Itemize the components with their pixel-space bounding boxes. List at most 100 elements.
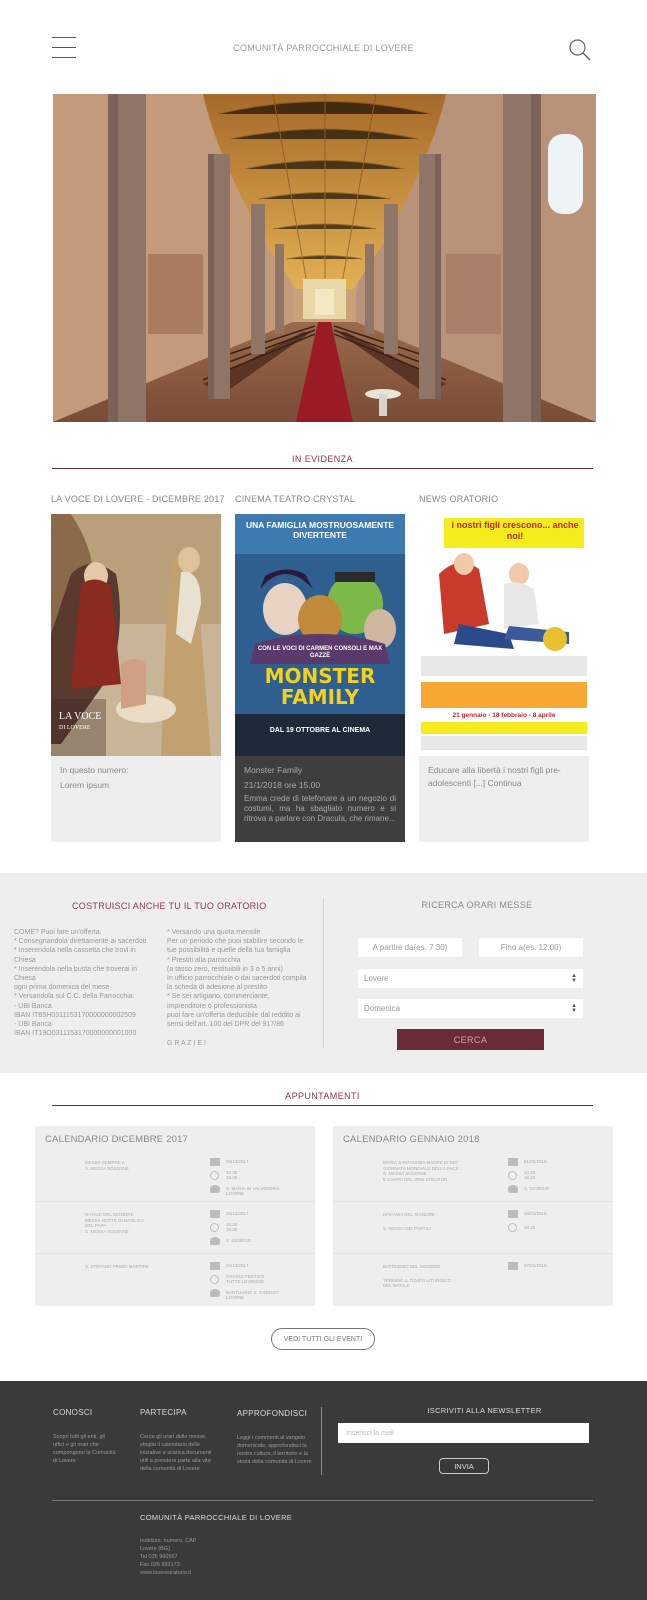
oratorio-line: ogni prima domenica del mese	[14, 984, 110, 992]
event-desc-line: S. MESSA DEI POPOLI	[383, 1225, 431, 1231]
calendar-icon	[508, 1158, 518, 1166]
select-arrows-icon: ▲ ▼	[571, 972, 577, 984]
clock-icon	[210, 1275, 219, 1284]
event-icons	[508, 1210, 518, 1237]
card-cinema-date: 21/1/2018 ore 15.00	[244, 780, 321, 790]
event-row[interactable]: BATTESIMO DEL SIGNORE TERMINE IL TEMPO L…	[333, 1254, 613, 1306]
messe-day-select[interactable]: Domenica ▲ ▼	[358, 999, 583, 1018]
event-place-line: LOVERE	[226, 1295, 245, 1300]
messe-to-input[interactable]: Fino a(es. 12.00)	[479, 938, 583, 957]
location-pin-icon	[210, 1289, 220, 1297]
newsletter-title: ISCRIVITI ALLA NEWSLETTER	[427, 1406, 542, 1415]
news-oratorio-flyer-image[interactable]: i nostri figli crescono... anche noi! 21…	[419, 514, 589, 756]
event-place-line: SANTUARIO S. GIORGIO	[226, 1289, 279, 1295]
event-date: 25/12/2017	[226, 1211, 249, 1216]
card-label-cinema[interactable]: CINEMA TEATRO CRYSTAL	[235, 494, 355, 504]
poster-voices: CON LE VOCI DI CARMEN CONSOLI E MAX GAZZ…	[257, 646, 383, 659]
newsletter-email-input[interactable]: Inserisci la mail	[338, 1423, 589, 1443]
select-arrows-icon: ▲ ▼	[571, 1002, 577, 1014]
card-la-voce-line1: In questo numero:	[60, 765, 129, 775]
location-pin-icon	[210, 1185, 220, 1193]
site-title: COMUNITÀ PARROCCHIALE DI LOVERE	[233, 43, 414, 53]
event-times: 10.30 18.30	[524, 1170, 604, 1181]
poster-release: DAL 19 OTTOBRE AL CINEMA	[269, 727, 371, 734]
event-row[interactable]: NATALE DEL SIGNORE MESSA NOTTE IN BASILI…	[35, 1202, 315, 1254]
oratorio-line: * Inserendola nella cassetta che trovi i…	[14, 947, 136, 964]
oratorio-line: Per un periodo che puoi stabilire second…	[167, 938, 304, 955]
event-desc: MESSA SEMPRE A S. MESSA SOLENNE	[85, 1160, 195, 1171]
event-times: ORARIO FESTIVO TUTTE LE MESSE	[226, 1274, 306, 1285]
event-desc-line: EPIFANIA DEL SIGNORE	[383, 1212, 435, 1217]
event-place-line: LOVERE	[226, 1191, 245, 1196]
website-link[interactable]: www.lovereoratorio.it	[140, 1569, 260, 1577]
event-row[interactable]: S. STEFANO PRIMO MARTIRE 26/12/2017 ORAR…	[35, 1254, 315, 1306]
newsletter-submit-button[interactable]: INVIA	[439, 1458, 489, 1474]
event-row[interactable]: MARIA SANTISSIMA MADRE DI DIO GIORNATA M…	[333, 1150, 613, 1202]
calendar-icon	[210, 1210, 220, 1218]
oratorio-col1: COME? Puoi fare un'offerta: * Consegnand…	[14, 928, 156, 1038]
view-all-events-button[interactable]: VEDI TUTTI GLI EVENTI	[271, 1328, 375, 1350]
event-desc-line: S. MESSA SOLENNE	[85, 1165, 129, 1171]
la-voce-cover-image[interactable]: LA VOCE DI LOVERE	[51, 514, 221, 756]
oratorio-thanks: G R A Z I E !	[167, 1040, 206, 1047]
location-pin-icon	[210, 1237, 220, 1245]
event-times: 10.30 18.30	[226, 1170, 306, 1181]
event-date: 08/12/2017	[226, 1159, 249, 1164]
calendar-icon	[210, 1262, 220, 1270]
address-line: Fax 035 983173	[140, 1562, 180, 1568]
event-desc: BATTESIMO DEL SIGNORE TERMINE IL TEMPO L…	[383, 1264, 493, 1289]
poster-tagline: UNA FAMIGLIA MOSTRUOSAMENTE DIVERTENTE	[245, 520, 395, 540]
event-time: 10.30	[226, 1169, 238, 1175]
oratorio-line: * Se sei artigiano, commerciante, impren…	[167, 993, 270, 1010]
oratorio-line: IBAN IT65H0311153170000000002509	[14, 1011, 136, 1019]
event-icons	[210, 1262, 220, 1302]
event-desc-line: S. STEFANO PRIMO MARTIRE	[85, 1264, 149, 1269]
search-icon[interactable]	[568, 38, 592, 62]
event-place: S. GIORGIO	[226, 1237, 252, 1243]
event-date: 26/12/2017	[226, 1263, 249, 1268]
event-time: TUTTE LE MESSE	[226, 1279, 265, 1284]
footer-partecipa-text: Cerca gli orari delle messe, sfoglia il …	[140, 1434, 212, 1472]
card-label-la-voce[interactable]: LA VOCE DI LOVERE - DICEMBRE 2017	[51, 494, 225, 504]
event-desc-line: S. MESSA SOLENNE	[85, 1228, 129, 1234]
appuntamenti-divider	[52, 1105, 593, 1106]
footer-partecipa-link[interactable]: PARTECIPA	[140, 1408, 187, 1417]
event-time: ORARIO FESTIVO	[226, 1273, 265, 1279]
event-icons	[210, 1158, 220, 1198]
oratorio-title: COSTRUISCI ANCHE TU IL TUO ORATORIO	[72, 901, 267, 911]
card-label-news-oratorio[interactable]: NEWS ORATORIO	[419, 494, 498, 504]
event-details: 07/01/2018	[524, 1263, 604, 1274]
messe-place-select[interactable]: Lovere ▲ ▼	[358, 969, 583, 988]
appuntamenti-title: APPUNTAMENTI	[285, 1091, 360, 1101]
svg-text:LA VOCE: LA VOCE	[59, 711, 101, 722]
svg-text:DI LOVERE: DI LOVERE	[59, 725, 91, 731]
oratorio-line: * Prestiti alla parrocchia	[167, 956, 241, 964]
calendar-january: CALENDARIO GENNAIO 2018 MARIA SANTISSIMA…	[333, 1126, 613, 1306]
footer-address: Indirizzo, numero, CAP Lovere (BG) Tel 0…	[140, 1537, 260, 1577]
address-line: Lovere (BG)	[140, 1546, 170, 1552]
oratorio-line: COME? Puoi fare un'offerta:	[14, 929, 102, 936]
event-row[interactable]: EPIFANIA DEL SIGNORE S. MESSA DEI POPOLI…	[333, 1202, 613, 1254]
monster-family-poster-image[interactable]: UNA FAMIGLIA MOSTRUOSAMENTE DIVERTENTE C…	[235, 514, 405, 756]
cerca-button[interactable]: CERCA	[397, 1029, 544, 1050]
calendar-icon	[508, 1262, 518, 1270]
event-icons	[508, 1158, 518, 1198]
event-icons	[508, 1262, 518, 1275]
event-time: 18.30	[226, 1227, 238, 1232]
card-news-oratorio-summary: Educare alla libertà i nostri figli pre-…	[428, 765, 561, 788]
event-details: 26/12/2017 ORARIO FESTIVO TUTTE LE MESSE …	[226, 1263, 306, 1306]
event-time: 18.30	[524, 1175, 536, 1180]
footer-conosci-link[interactable]: CONOSCI	[53, 1408, 92, 1417]
messe-from-input[interactable]: A partire da(es. 7.30)	[358, 938, 462, 957]
event-desc: NATALE DEL SIGNORE MESSA NOTTE IN BASILI…	[85, 1212, 195, 1234]
event-row[interactable]: MESSA SEMPRE A S. MESSA SOLENNE 08/12/20…	[35, 1150, 315, 1202]
address-line: Tel 035 960567	[140, 1554, 178, 1560]
messe-title: RICERCA ORARI MESSE	[421, 900, 533, 910]
oratorio-line: - UBI Banca	[14, 1021, 52, 1029]
card-cinema-synopsis: Emma crede di telefonare a un negozio di…	[244, 794, 396, 823]
event-desc-line: E CANTO DEL VENI CREATOR	[383, 1176, 448, 1182]
event-date: 06/01/2018	[524, 1211, 547, 1216]
oratorio-line: * Inserendola nella busta che troverai i…	[14, 965, 137, 983]
footer-approfondisci-link[interactable]: APPROFONDISCI	[237, 1409, 307, 1418]
footer-divider	[52, 1500, 593, 1501]
